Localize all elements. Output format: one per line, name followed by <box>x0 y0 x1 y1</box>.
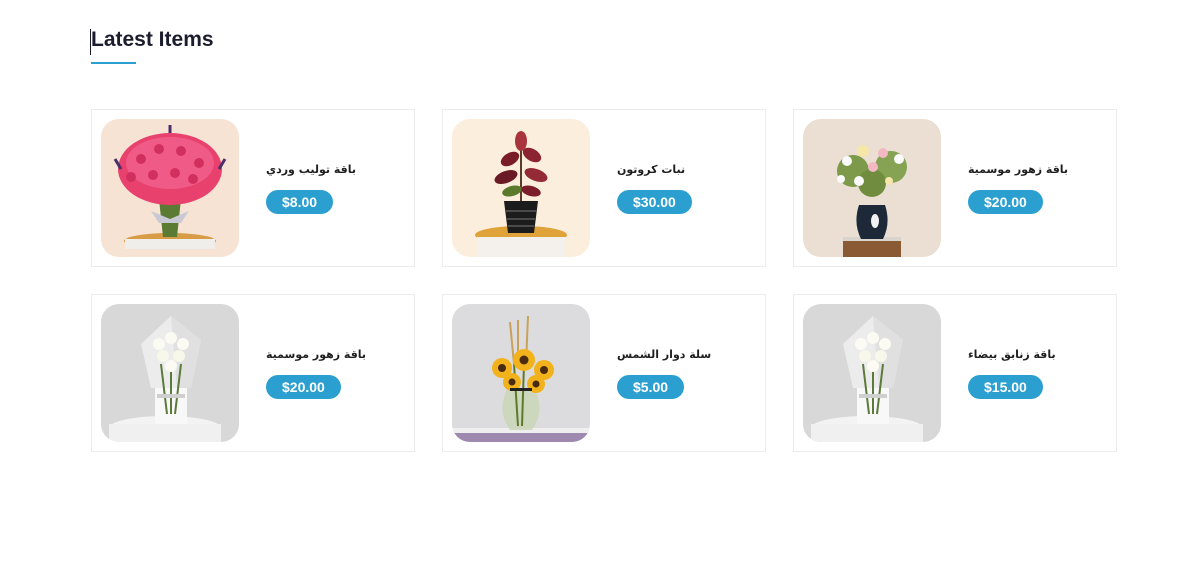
product-image-sunflower-vase[interactable] <box>452 304 590 442</box>
product-card[interactable]: سلة دوار الشمس $5.00 <box>442 294 766 452</box>
price-button[interactable]: $20.00 <box>266 374 341 399</box>
product-name[interactable]: باقة زهور موسمية <box>968 163 1068 176</box>
product-name[interactable]: باقة زنابق بيضاء <box>968 348 1056 361</box>
price-button[interactable]: $8.00 <box>266 189 334 214</box>
product-image-croton-plant-pot[interactable] <box>452 119 590 257</box>
product-card[interactable]: باقة توليب وردي $8.00 <box>91 109 415 267</box>
price-button[interactable]: $30.00 <box>617 189 692 214</box>
product-card[interactable]: باقة زنابق بيضاء $15.00 <box>793 294 1117 452</box>
product-image-pink-tulip-bouquet[interactable] <box>101 119 239 257</box>
product-card[interactable]: نبات كروتون $30.00 <box>442 109 766 267</box>
product-name[interactable]: نبات كروتون <box>617 163 685 176</box>
product-info: باقة زهور موسمية $20.00 <box>266 348 366 399</box>
product-info: باقة توليب وردي $8.00 <box>266 163 356 214</box>
section-title: Latest Items <box>91 28 214 51</box>
price-button[interactable]: $15.00 <box>968 374 1043 399</box>
price-button[interactable]: $20.00 <box>968 189 1043 214</box>
title-underline <box>91 62 136 64</box>
latest-items-page: Latest Items باقة توليب وردي $8.00 نبات … <box>0 0 1181 564</box>
product-image-white-lilies-bouquet[interactable] <box>803 304 941 442</box>
product-image-seasonal-flowers-vase[interactable] <box>803 119 941 257</box>
product-info: نبات كروتون $30.00 <box>617 163 692 214</box>
price-button[interactable]: $5.00 <box>617 374 685 399</box>
product-info: باقة زنابق بيضاء $15.00 <box>968 348 1056 399</box>
product-info: سلة دوار الشمس $5.00 <box>617 348 711 399</box>
product-grid: باقة توليب وردي $8.00 نبات كروتون $30.00… <box>91 109 1117 452</box>
product-card[interactable]: باقة زهور موسمية $20.00 <box>91 294 415 452</box>
product-name[interactable]: باقة زهور موسمية <box>266 348 366 361</box>
product-card[interactable]: باقة زهور موسمية $20.00 <box>793 109 1117 267</box>
product-name[interactable]: سلة دوار الشمس <box>617 348 711 361</box>
product-info: باقة زهور موسمية $20.00 <box>968 163 1068 214</box>
product-image-white-flower-bouquet[interactable] <box>101 304 239 442</box>
product-name[interactable]: باقة توليب وردي <box>266 163 356 176</box>
